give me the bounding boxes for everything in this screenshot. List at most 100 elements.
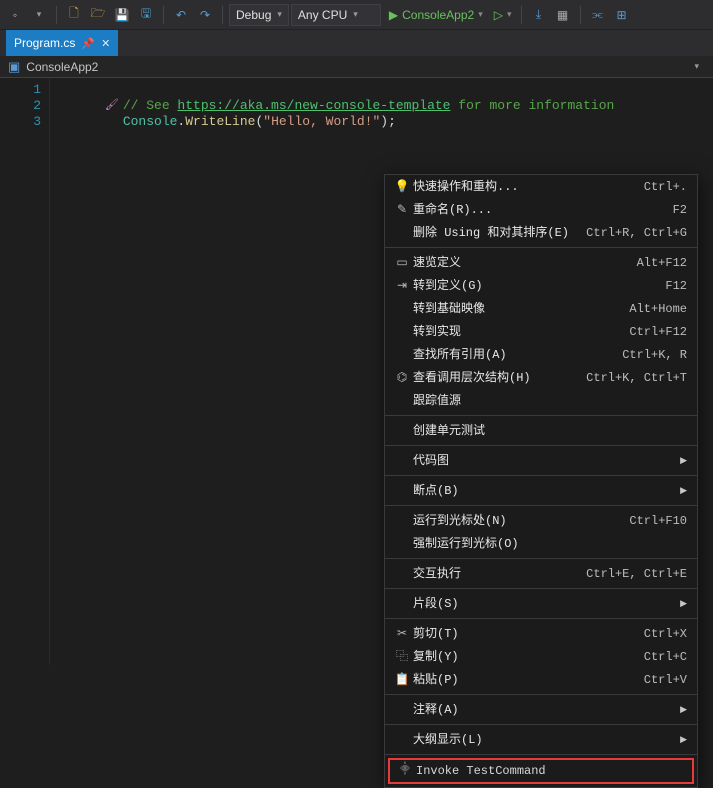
close-icon[interactable]: ✕ xyxy=(101,37,110,50)
menu-item-label: 转到实现 xyxy=(413,324,617,340)
menu-item[interactable]: 查找所有引用(A) Ctrl+K, R xyxy=(385,343,697,366)
menu-item[interactable]: 跟踪值源 xyxy=(385,389,697,412)
menu-item-icon: 💡 xyxy=(391,179,413,195)
new-project-icon[interactable]: 🗋 xyxy=(63,4,85,26)
menu-item[interactable]: 交互执行Ctrl+E, Ctrl+E xyxy=(385,562,697,585)
menu-separator xyxy=(385,694,697,695)
menu-item[interactable]: 代码图▶ xyxy=(385,449,697,472)
menu-item[interactable]: ▭速览定义 Alt+F12 xyxy=(385,251,697,274)
menu-separator xyxy=(385,415,697,416)
play-outline-icon: ▷ xyxy=(494,8,503,22)
csharp-project-icon: ▣ xyxy=(8,59,20,75)
chevron-down-icon: ▾ xyxy=(694,61,705,72)
platform-dropdown[interactable]: Any CPU ▾ xyxy=(291,4,381,26)
menu-separator xyxy=(385,754,697,755)
menu-item-shortcut: Alt+F12 xyxy=(637,255,687,271)
tab-program-cs[interactable]: Program.cs 📌 ✕ xyxy=(6,30,118,56)
menu-separator xyxy=(385,724,697,725)
build-icon[interactable]: ▦ xyxy=(552,4,574,26)
menu-item-shortcut: Ctrl+C xyxy=(644,649,687,665)
menu-item[interactable]: 📋粘贴(P)Ctrl+V xyxy=(385,668,697,691)
menu-item-shortcut: Ctrl+. xyxy=(644,179,687,195)
chevron-down-icon: ▾ xyxy=(353,9,358,20)
menu-item-label: 粘贴(P) xyxy=(413,672,632,688)
menu-item[interactable]: 创建单元测试 xyxy=(385,419,697,442)
line-gutter: 1 2 3 xyxy=(0,78,50,665)
refactor-icon[interactable]: 🖌 xyxy=(105,98,123,114)
menu-item-label: 查找所有引用(A) xyxy=(413,347,610,363)
menu-item[interactable]: 运行到光标处(N)Ctrl+F10 xyxy=(385,509,697,532)
menu-item-icon: ▭ xyxy=(391,255,413,271)
menu-item-label: 跟踪值源 xyxy=(413,393,687,409)
menu-separator xyxy=(385,445,697,446)
editor-navbar[interactable]: ▣ ConsoleApp2 ▾ xyxy=(0,56,713,78)
menu-item-label: 查看调用层次结构(H) xyxy=(413,370,574,386)
step-icon[interactable]: ⤓ xyxy=(528,4,550,26)
menu-item-shortcut: Ctrl+F12 xyxy=(629,324,687,340)
menu-item-label: 强制运行到光标(O) xyxy=(413,536,687,552)
add-icon[interactable]: ⫘ xyxy=(587,4,609,26)
menu-item[interactable]: 注释(A)▶ xyxy=(385,698,697,721)
menu-item[interactable]: ✎重命名(R)...F2 xyxy=(385,198,697,221)
undo-icon[interactable]: ↶ xyxy=(170,4,192,26)
menu-item-highlighted[interactable]: ⸎Invoke TestCommand xyxy=(388,758,694,784)
nav-button[interactable]: ◦ xyxy=(4,4,26,26)
menu-item-label: 断点(B) xyxy=(413,483,674,499)
menu-separator xyxy=(385,588,697,589)
save-icon[interactable]: 💾 xyxy=(111,4,133,26)
code-line: 🖌// See https://aka.ms/new-console-templ… xyxy=(58,82,614,98)
menu-item-shortcut: Ctrl+R, Ctrl+G xyxy=(586,225,687,241)
config-dropdown[interactable]: Debug ▾ xyxy=(229,4,289,26)
menu-item[interactable]: 大纲显示(L)▶ xyxy=(385,728,697,751)
menu-item-icon: 📋 xyxy=(391,672,413,688)
context-menu: 💡快速操作和重构...Ctrl+.✎重命名(R)...F2删除 Using 和对… xyxy=(384,174,698,788)
menu-item-shortcut: Ctrl+K, R xyxy=(622,347,687,363)
menu-item-shortcut: Ctrl+F10 xyxy=(629,513,687,529)
menu-item-shortcut: Ctrl+E, Ctrl+E xyxy=(586,566,687,582)
open-icon[interactable]: 🗁 xyxy=(87,4,109,26)
menu-item[interactable]: ⇥转到定义(G) F12 xyxy=(385,274,697,297)
save-all-icon[interactable]: 🖫 xyxy=(135,4,157,26)
nav-fwd-button[interactable]: ▾ xyxy=(28,4,50,26)
menu-item-label: 删除 Using 和对其排序(E) xyxy=(413,225,574,241)
menu-item[interactable]: 转到实现 Ctrl+F12 xyxy=(385,320,697,343)
platform-value: Any CPU xyxy=(298,8,347,22)
menu-item-label: 剪切(T) xyxy=(413,626,632,642)
menu-item-icon: ⌬ xyxy=(391,370,413,386)
run-button[interactable]: ▶ ConsoleApp2 ▾ xyxy=(383,4,489,26)
menu-item-shortcut: F2 xyxy=(673,202,687,218)
menu-item-label: 注释(A) xyxy=(413,702,674,718)
redo-icon[interactable]: ↷ xyxy=(194,4,216,26)
menu-item-icon: ✂ xyxy=(391,626,413,642)
menu-item[interactable]: ✂剪切(T) Ctrl+X xyxy=(385,622,697,645)
chevron-down-icon: ▾ xyxy=(277,9,282,20)
menu-item[interactable]: 断点(B)▶ xyxy=(385,479,697,502)
menu-separator xyxy=(385,558,697,559)
menu-item-label: 复制(Y) xyxy=(413,649,632,665)
menu-item-label: 代码图 xyxy=(413,453,674,469)
menu-item-label: 转到基础映像 xyxy=(413,301,617,317)
main-toolbar: ◦ ▾ 🗋 🗁 💾 🖫 ↶ ↷ Debug ▾ Any CPU ▾ ▶ Cons… xyxy=(0,0,713,30)
menu-item-label: 速览定义 xyxy=(413,255,625,271)
menu-item[interactable]: 删除 Using 和对其排序(E) Ctrl+R, Ctrl+G xyxy=(385,221,697,244)
menu-item-label: 转到定义(G) xyxy=(413,278,653,294)
pin-icon[interactable]: 📌 xyxy=(81,37,95,50)
menu-item[interactable]: 💡快速操作和重构...Ctrl+. xyxy=(385,175,697,198)
menu-item-label: 创建单元测试 xyxy=(413,423,687,439)
menu-item-shortcut: Ctrl+X xyxy=(644,626,687,642)
menu-item[interactable]: 片段(S)▶ xyxy=(385,592,697,615)
menu-item-label: 大纲显示(L) xyxy=(413,732,674,748)
run-target: ConsoleApp2 xyxy=(402,8,474,22)
menu-item-label: 片段(S) xyxy=(413,596,674,612)
menu-item[interactable]: 转到基础映像Alt+Home xyxy=(385,297,697,320)
menu-item[interactable]: ⌬查看调用层次结构(H)Ctrl+K, Ctrl+T xyxy=(385,366,697,389)
config-value: Debug xyxy=(236,8,271,22)
code-editor[interactable]: 1 2 3 🖌// See https://aka.ms/new-console… xyxy=(0,78,713,665)
menu-item-shortcut: F12 xyxy=(665,278,687,294)
misc-icon[interactable]: ⊞ xyxy=(611,4,633,26)
menu-item-icon: ⇥ xyxy=(391,278,413,294)
menu-item-label: 重命名(R)... xyxy=(413,202,661,218)
menu-item[interactable]: 强制运行到光标(O) xyxy=(385,532,697,555)
menu-item-icon: ⿻ xyxy=(391,649,413,665)
run-noattach-button[interactable]: ▷ ▾ xyxy=(491,4,515,26)
